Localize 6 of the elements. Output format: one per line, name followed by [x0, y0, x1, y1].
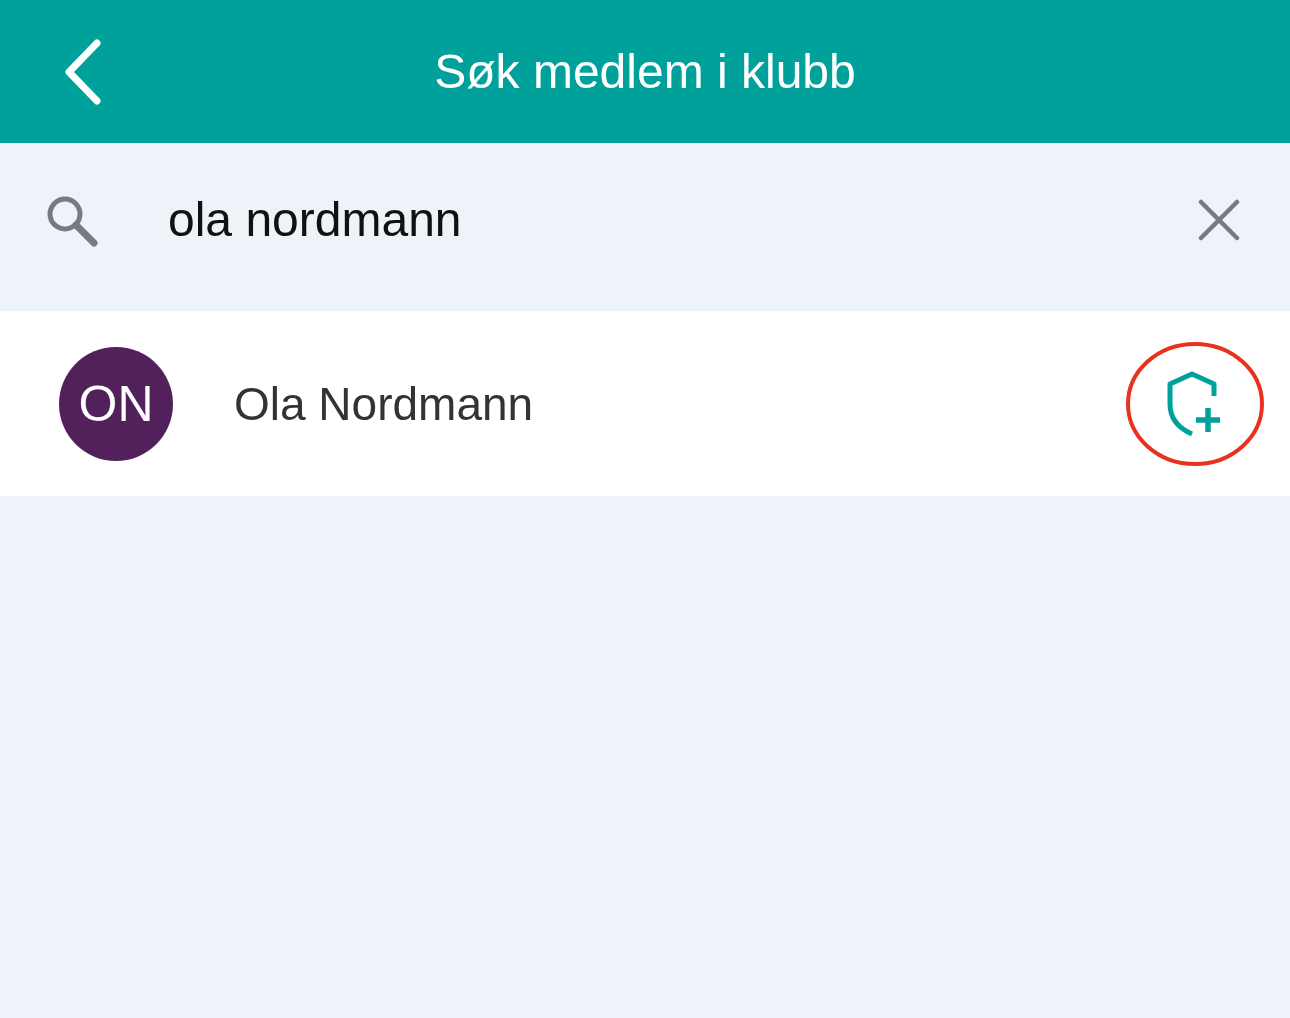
- search-field[interactable]: ola nordmann: [168, 191, 1068, 247]
- screen-title: Søk medlem i klubb: [434, 44, 856, 99]
- avatar: ON: [59, 346, 173, 461]
- member-name: Ola Nordmann: [234, 376, 534, 431]
- member-row[interactable]: ON Ola Nordmann: [0, 311, 1290, 496]
- close-button[interactable]: [1198, 199, 1240, 241]
